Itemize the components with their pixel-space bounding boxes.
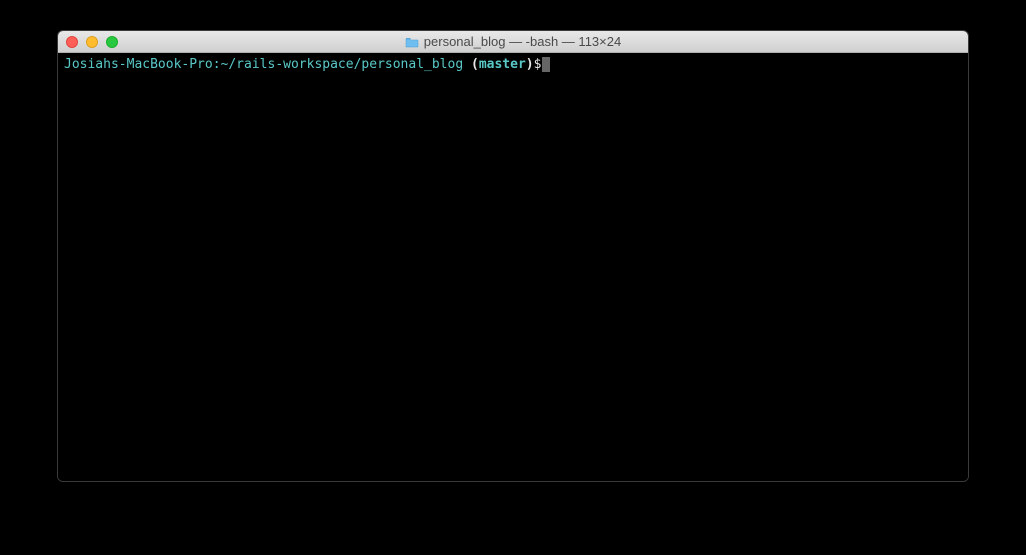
prompt-hostpath: Josiahs-MacBook-Pro:~/rails-workspace/pe…	[64, 57, 471, 72]
folder-icon	[405, 36, 419, 47]
terminal-window: personal_blog — -bash — 113×24 Josiahs-M…	[57, 30, 969, 482]
prompt-branch: master	[479, 57, 526, 72]
titlebar[interactable]: personal_blog — -bash — 113×24	[58, 31, 968, 53]
cursor	[542, 57, 550, 72]
close-button[interactable]	[66, 36, 78, 48]
prompt-line: Josiahs-MacBook-Pro:~/rails-workspace/pe…	[64, 57, 962, 74]
terminal-body[interactable]: Josiahs-MacBook-Pro:~/rails-workspace/pe…	[58, 53, 968, 481]
prompt-dollar: $	[534, 57, 542, 72]
prompt-paren-close: )	[526, 57, 534, 72]
minimize-button[interactable]	[86, 36, 98, 48]
traffic-lights	[58, 36, 118, 48]
window-title: personal_blog — -bash — 113×24	[405, 34, 621, 49]
maximize-button[interactable]	[106, 36, 118, 48]
window-title-text: personal_blog — -bash — 113×24	[424, 34, 621, 49]
prompt-paren-open: (	[471, 57, 479, 72]
